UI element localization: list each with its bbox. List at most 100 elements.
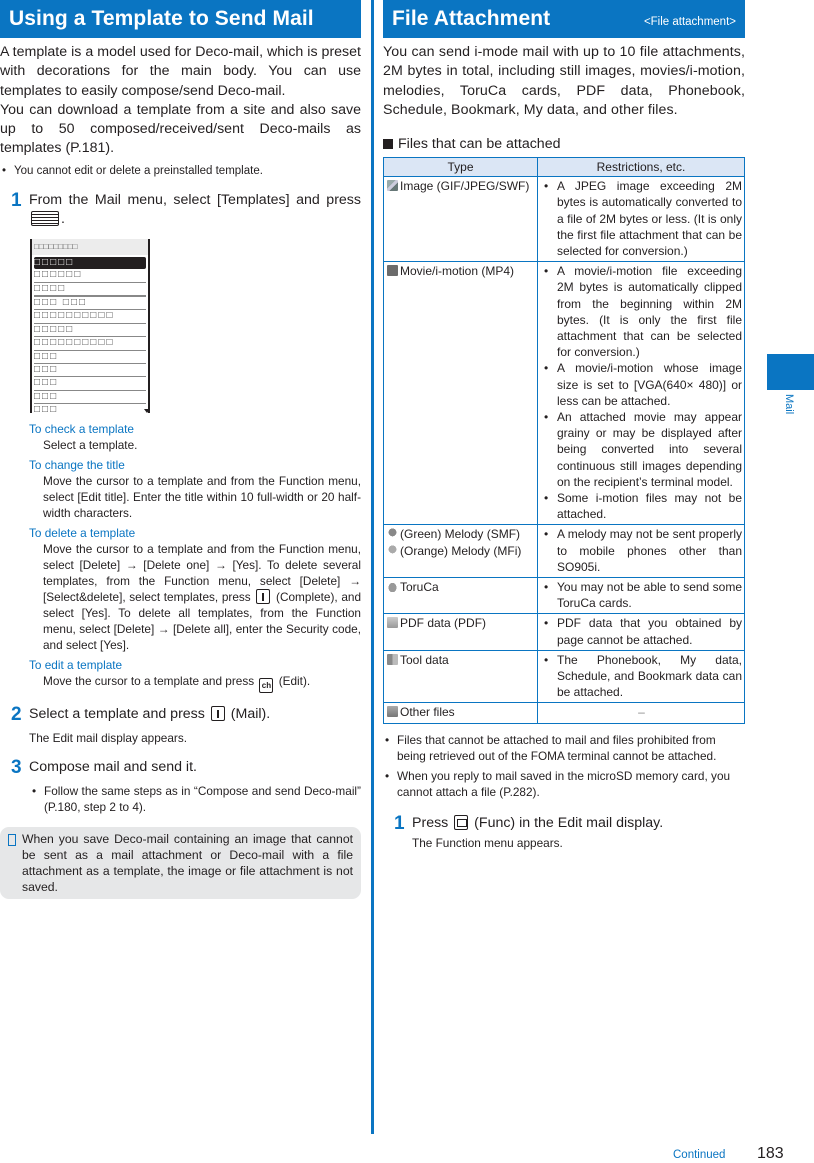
type-label: PDF data (PDF)	[400, 616, 487, 631]
note-bullet: Files that cannot be attached to mail an…	[383, 732, 745, 764]
restrictions-cell: A JPEG image exceeding 2M bytes is autom…	[537, 176, 745, 263]
movie-icon	[387, 265, 398, 277]
tool-data-icon	[387, 653, 398, 665]
restriction-item: An attached movie may appear grainy or m…	[541, 409, 742, 490]
sub-heading: To check a template	[29, 421, 134, 436]
square-bullet-icon	[383, 139, 393, 150]
sub-body-a: Move the cursor to a template and press	[43, 673, 255, 688]
sub-heading: To edit a template	[29, 657, 123, 672]
template-list-item[interactable]: □□□	[34, 404, 146, 416]
type-label: Image (GIF/JPEG/SWF)	[400, 179, 530, 194]
column-header-restrictions: Restrictions, etc.	[537, 157, 745, 178]
intro-paragraph: You can download a template from a site …	[0, 101, 361, 157]
section-banner-attachment: File Attachment <File attachment>	[383, 0, 745, 38]
memo-text: When you save Deco-mail containing an im…	[22, 831, 353, 894]
type-label: Tool data	[400, 652, 449, 667]
left-column: Using a Template to Send Mail A template…	[0, 0, 361, 899]
sub-delete-template: To delete a template Move the cursor to …	[29, 525, 361, 653]
type-cell: Movie/i-motion (MP4)	[383, 261, 538, 526]
notes-list: Files that cannot be attached to mail an…	[383, 732, 745, 800]
sub-edit-template: To edit a template Move the cursor to a …	[29, 657, 361, 693]
attachment-table: Type Restrictions, etc. Image (GIF/JPEG/…	[383, 157, 745, 724]
screen-header: □□□□□□□□□	[32, 238, 148, 255]
step-text: Select a template and press (Mail).	[29, 705, 361, 724]
template-list-item[interactable]: □□□ □□□	[34, 297, 146, 311]
subsection-heading: Files that can be attached	[383, 136, 745, 152]
step-text-b: (Func) in the Edit mail display.	[474, 814, 664, 831]
restrictions-cell: The Phonebook, My data, Schedule, and Bo…	[537, 649, 745, 704]
step-description: The Function menu appears.	[412, 835, 563, 850]
section-tag: <File attachment>	[643, 16, 736, 28]
template-list-item[interactable]: □□□□□	[34, 256, 146, 270]
intro-text: A template is a model used for Deco-mail…	[0, 43, 361, 159]
template-list-item[interactable]: □□□□	[34, 283, 146, 297]
step-text-a: Press	[412, 814, 449, 831]
type-label: Other files	[400, 705, 455, 720]
table-row: Other files –	[383, 702, 745, 724]
table-row: Image (GIF/JPEG/SWF) A JPEG image exceed…	[383, 176, 745, 263]
step-text-b: (Mail).	[230, 705, 271, 722]
step-2: 2 Select a template and press (Mail).	[0, 705, 361, 724]
type-cell: Image (GIF/JPEG/SWF)	[383, 176, 538, 263]
template-list-item[interactable]: □□□	[34, 351, 146, 364]
step-number: 2	[11, 703, 22, 725]
melody-orange-icon	[387, 544, 398, 556]
type-cell: PDF data (PDF)	[383, 613, 538, 651]
table-row: Movie/i-motion (MP4) A movie/i-motion fi…	[383, 261, 745, 526]
step-number: 1	[394, 812, 405, 834]
right-column: File Attachment <File attachment> You ca…	[383, 0, 745, 851]
type-cell: Other files	[383, 702, 538, 724]
template-list-item[interactable]: □□□□□	[34, 324, 146, 338]
restriction-item: You may not be able to send some ToruCa …	[541, 579, 742, 611]
i-mode-key-icon	[256, 588, 271, 604]
sub-instructions: To check a template Select a template. T…	[29, 421, 361, 693]
template-list-item[interactable]: □□□□□□□□□□	[34, 310, 146, 324]
step-number: 3	[11, 756, 22, 778]
restrictions-cell: PDF data that you obtained by page canno…	[537, 613, 745, 651]
restrictions-cell: A movie/i-motion file exceeding 2M bytes…	[537, 261, 745, 526]
table-header-row: Type Restrictions, etc.	[383, 157, 745, 178]
template-list-item[interactable]: □□□	[34, 391, 146, 405]
restriction-item: A movie/i-motion file exceeding 2M bytes…	[541, 263, 742, 360]
type-cell: Tool data	[383, 649, 538, 704]
intro-paragraph: A template is a model used for Deco-mail…	[0, 44, 361, 99]
note-bullet: You cannot edit or delete a preinstalled…	[0, 163, 361, 179]
sub-body: Select a template.	[43, 437, 138, 452]
toruca-icon	[387, 581, 398, 593]
template-list-item[interactable]: □□□	[34, 364, 146, 378]
step-text: Compose mail and send it.	[29, 758, 197, 775]
sub-check-template: To check a template Select a template.	[29, 421, 361, 453]
step-bullet: Follow the same steps as in “Compose and…	[30, 783, 361, 815]
table-row: ToruCa You may not be able to send some …	[383, 577, 745, 615]
chapter-label[interactable]: Mail	[783, 394, 795, 414]
i-mode-key-icon	[210, 705, 225, 721]
step-1-attach: 1 Press (Func) in the Edit mail display.	[383, 814, 745, 833]
sub-body: Move the cursor to a template and from t…	[29, 541, 361, 653]
memo-box: When you save Deco-mail containing an im…	[0, 826, 361, 899]
template-list-item[interactable]: □□□□□□□□□□	[34, 337, 146, 351]
ch-key-icon: ch	[259, 677, 274, 693]
template-list-item[interactable]: □□□□□□	[34, 269, 146, 283]
restriction-item: Some i-motion files may not be attached.	[541, 490, 742, 522]
restriction-item: The Phonebook, My data, Schedule, and Bo…	[541, 652, 742, 701]
restriction-item: A JPEG image exceeding 2M bytes is autom…	[541, 178, 742, 259]
type-label: (Orange) Melody (MFi)	[400, 543, 522, 558]
image-icon	[387, 180, 398, 192]
section-banner-template: Using a Template to Send Mail	[0, 0, 361, 38]
type-label: ToruCa	[400, 580, 439, 595]
menu-key-icon	[31, 210, 59, 226]
chapter-tab[interactable]	[767, 354, 814, 390]
sub-body: Move the cursor to a template and from t…	[43, 473, 361, 520]
page-number: 183	[757, 1145, 784, 1162]
melody-green-icon	[387, 528, 398, 540]
sub-heading: To delete a template	[29, 525, 136, 540]
restrictions-cell: A melody may not be sent properly to mob…	[537, 524, 745, 579]
scroll-down-arrow-icon[interactable]	[144, 408, 150, 413]
step-text-a: Select a template and press	[29, 705, 205, 722]
phone-screen-template-list: □□□□□□□□□ □□□□□ □□□□□□ □□□□ □□□ □□□ □□□□…	[30, 238, 150, 416]
template-list-item[interactable]: □□□	[34, 377, 146, 391]
restrictions-cell: –	[537, 702, 745, 724]
restriction-item: PDF data that you obtained by page canno…	[541, 615, 742, 647]
column-header-type: Type	[383, 157, 538, 178]
sub-body: Move the cursor to a template and press …	[29, 673, 361, 693]
